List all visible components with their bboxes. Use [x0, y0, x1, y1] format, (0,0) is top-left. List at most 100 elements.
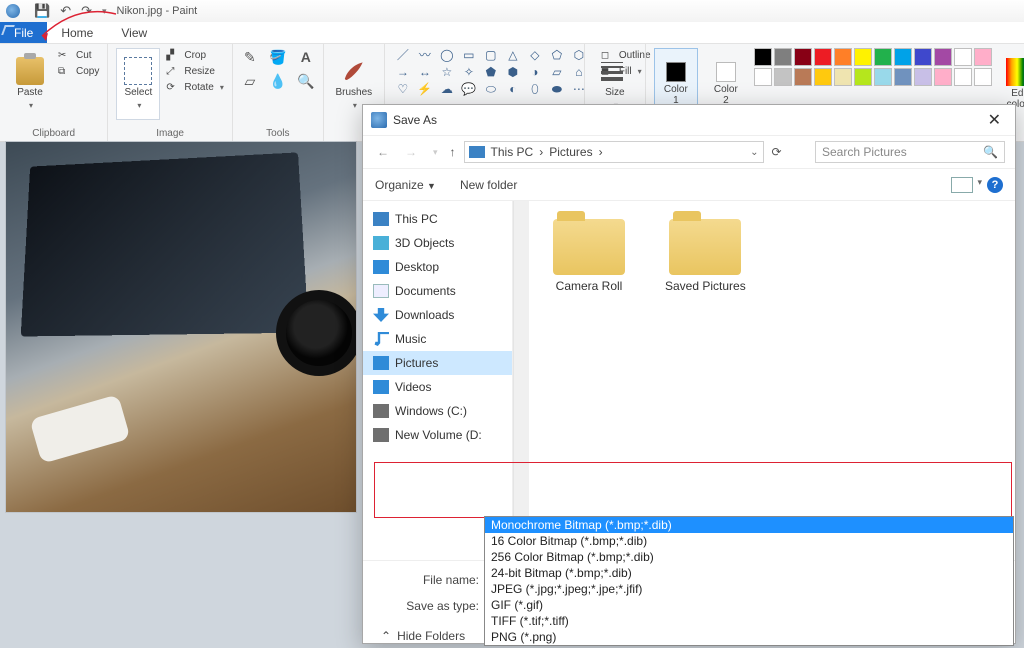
type-option[interactable]: 24-bit Bitmap (*.bmp;*.dib) — [485, 565, 1013, 581]
help-icon[interactable]: ? — [987, 177, 1003, 193]
size-label: Size — [605, 87, 624, 98]
palette-swatch[interactable] — [894, 68, 912, 86]
paste-button[interactable]: Paste — [8, 48, 52, 120]
tab-view[interactable]: View — [107, 22, 161, 43]
palette-swatch[interactable] — [834, 68, 852, 86]
nav-item[interactable]: Music — [363, 327, 512, 351]
recent-icon[interactable]: ▾ — [429, 147, 442, 158]
redo-icon[interactable]: ↷ — [81, 3, 92, 19]
group-label: Tools — [241, 126, 315, 141]
palette-swatch[interactable] — [934, 68, 952, 86]
eraser-icon[interactable]: ▱ — [241, 72, 259, 90]
nav-item[interactable]: 3D Objects — [363, 231, 512, 255]
group-tools: ✎ 🪣 A ▱ 💧 🔍 Tools — [233, 44, 324, 141]
palette-swatch[interactable] — [794, 48, 812, 66]
nav-item[interactable]: Videos — [363, 375, 512, 399]
navpane-scrollbar[interactable] — [513, 201, 529, 560]
palette-swatch[interactable] — [854, 68, 872, 86]
search-input[interactable]: Search Pictures 🔍 — [815, 141, 1005, 163]
palette-swatch[interactable] — [974, 68, 992, 86]
type-option[interactable]: GIF (*.gif) — [485, 597, 1013, 613]
text-icon[interactable]: A — [297, 48, 315, 66]
folder-icon — [373, 332, 389, 346]
dialog-nav: ← → ▾ ↑ This PC› Pictures› ⌄ ⟳ Search Pi… — [363, 135, 1015, 169]
palette-swatch[interactable] — [774, 48, 792, 66]
palette-swatch[interactable] — [914, 68, 932, 86]
dialog-body: This PC3D ObjectsDesktopDocumentsDownloa… — [363, 201, 1015, 560]
nav-item[interactable]: Windows (C:) — [363, 399, 512, 423]
close-icon[interactable]: ✕ — [982, 110, 1007, 130]
palette-swatch[interactable] — [934, 48, 952, 66]
tab-file[interactable]: File — [0, 22, 47, 43]
nav-item[interactable]: New Volume (D: — [363, 423, 512, 447]
tab-home[interactable]: Home — [47, 22, 107, 43]
nav-item[interactable]: Desktop — [363, 255, 512, 279]
palette-swatch[interactable] — [854, 48, 872, 66]
select-button[interactable]: Select — [116, 48, 160, 120]
undo-icon[interactable]: ↶ — [60, 3, 71, 19]
palette-swatch[interactable] — [974, 48, 992, 66]
qat-more-icon[interactable]: ▾ — [102, 6, 107, 17]
cut-button[interactable]: ✂Cut — [58, 48, 99, 62]
back-icon[interactable]: ← — [373, 145, 393, 159]
fill-icon[interactable]: 🪣 — [269, 48, 287, 66]
pencil-icon[interactable]: ✎ — [241, 48, 259, 66]
address-bar[interactable]: This PC› Pictures› ⌄ — [464, 141, 764, 163]
palette-swatch[interactable] — [954, 68, 972, 86]
type-option[interactable]: Monochrome Bitmap (*.bmp;*.dib) — [485, 517, 1013, 533]
picker-icon[interactable]: 💧 — [269, 72, 287, 90]
color2-swatch — [716, 62, 736, 82]
saveastype-dropdown[interactable]: Monochrome Bitmap (*.bmp;*.dib)16 Color … — [484, 516, 1014, 646]
type-option[interactable]: PNG (*.png) — [485, 629, 1013, 645]
palette-swatch[interactable] — [754, 48, 772, 66]
caret-icon — [135, 100, 141, 111]
palette-swatch[interactable] — [814, 68, 832, 86]
palette-swatch[interactable] — [754, 68, 772, 86]
folder-item[interactable]: Camera Roll — [553, 219, 625, 293]
palette-swatch[interactable] — [794, 68, 812, 86]
palette-swatch[interactable] — [774, 68, 792, 86]
organize-button[interactable]: Organize ▼ — [375, 178, 436, 192]
nav-item[interactable]: Downloads — [363, 303, 512, 327]
type-option[interactable]: 16 Color Bitmap (*.bmp;*.dib) — [485, 533, 1013, 549]
saveastype-label: Save as type: — [375, 599, 479, 613]
palette-swatch[interactable] — [814, 48, 832, 66]
refresh-icon[interactable]: ⟳ — [772, 145, 782, 159]
palette-swatch[interactable] — [834, 48, 852, 66]
color-palette[interactable] — [754, 48, 992, 86]
scissors-icon: ✂ — [58, 48, 72, 62]
palette-swatch[interactable] — [874, 48, 892, 66]
resize-button[interactable]: ⤢Resize — [166, 64, 223, 78]
magnifier-icon[interactable]: 🔍 — [297, 72, 315, 90]
palette-swatch[interactable] — [914, 48, 932, 66]
search-icon: 🔍 — [983, 145, 998, 159]
forward-icon[interactable]: → — [401, 145, 421, 159]
folder-content[interactable]: Camera Roll Saved Pictures — [529, 201, 1015, 560]
nav-item[interactable]: Documents — [363, 279, 512, 303]
type-option[interactable]: JPEG (*.jpg;*.jpeg;*.jpe;*.jfif) — [485, 581, 1013, 597]
folder-item[interactable]: Saved Pictures — [665, 219, 746, 293]
caret-icon — [351, 100, 357, 111]
select-icon — [124, 57, 152, 85]
folder-icon — [373, 308, 389, 322]
palette-swatch[interactable] — [894, 48, 912, 66]
newfolder-button[interactable]: New folder — [460, 178, 517, 192]
up-icon[interactable]: ↑ — [450, 145, 456, 159]
crop-button[interactable]: ▞Crop — [166, 48, 223, 62]
nav-item[interactable]: This PC — [363, 207, 512, 231]
shapes-gallery[interactable]: ／〰◯▭▢△◇⬠⬡ →↔☆✧⬟⬢◑▱⌂ ♡⚡☁💬⬭◐⬯⬬⋯ — [393, 48, 589, 98]
view-button[interactable] — [951, 177, 973, 193]
nav-item[interactable]: Pictures — [363, 351, 512, 375]
app-icon — [6, 4, 20, 18]
rotate-button[interactable]: ⟳Rotate — [166, 80, 223, 94]
save-icon[interactable]: 💾 — [34, 3, 50, 19]
chevron-down-icon[interactable]: ⌄ — [750, 147, 758, 158]
canvas[interactable] — [6, 142, 356, 512]
type-option[interactable]: TIFF (*.tif;*.tiff) — [485, 613, 1013, 629]
palette-swatch[interactable] — [954, 48, 972, 66]
copy-button[interactable]: ⧉Copy — [58, 64, 99, 78]
palette-swatch[interactable] — [874, 68, 892, 86]
dialog-title: Save As — [393, 113, 437, 127]
navigation-pane[interactable]: This PC3D ObjectsDesktopDocumentsDownloa… — [363, 201, 513, 560]
type-option[interactable]: 256 Color Bitmap (*.bmp;*.dib) — [485, 549, 1013, 565]
